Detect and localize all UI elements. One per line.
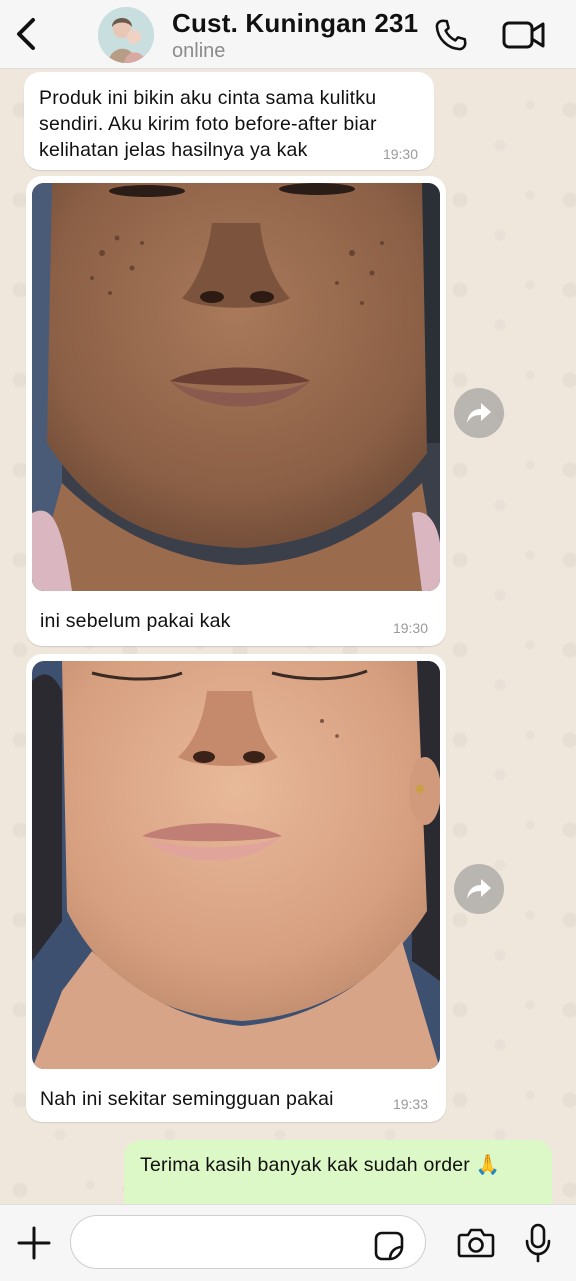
face-photo-before [32,183,440,591]
outgoing-message[interactable]: Terima kasih banyak kak sudah order 🙏 [124,1140,552,1206]
face-photo-after [32,661,440,1069]
phone-icon [435,19,467,51]
message-time: 19:33 [392,1096,428,1112]
forward-button[interactable] [454,388,504,438]
contact-name[interactable]: Cust. Kuningan 231 [172,8,418,39]
incoming-photo-message[interactable]: ini sebelum pakai kak 19:30 [26,176,446,646]
plus-icon [17,1226,51,1260]
sticker-button[interactable] [372,1229,406,1263]
before-photo[interactable] [32,183,440,591]
message-text: Terima kasih banyak kak sudah order 🙏 [140,1154,501,1176]
message-input-bar [0,1204,576,1281]
avatar-image [98,7,154,63]
chat-header: Cust. Kuningan 231 online [0,0,576,69]
photo-caption: Nah ini sekitar semingguan pakai [40,1088,334,1110]
voice-call-button[interactable] [430,14,472,56]
camera-icon [457,1228,495,1258]
chevron-left-icon [17,18,35,50]
camera-button[interactable] [454,1223,498,1263]
microphone-icon [525,1223,551,1263]
forward-arrow-icon [467,403,491,423]
video-call-button[interactable] [498,14,550,56]
incoming-photo-message[interactable]: Nah ini sekitar semingguan pakai 19:33 [26,654,446,1122]
after-photo[interactable] [32,661,440,1069]
video-camera-icon [502,21,545,49]
attach-button[interactable] [14,1223,54,1263]
message-text: Produk ini bikin aku cinta sama kulitku … [39,87,377,161]
sticker-icon [374,1231,404,1261]
back-button[interactable] [10,12,42,56]
message-time: 19:30 [392,620,428,636]
forward-button[interactable] [454,864,504,914]
voice-message-button[interactable] [518,1219,558,1267]
avatar[interactable] [98,7,154,63]
incoming-message[interactable]: Produk ini bikin aku cinta sama kulitku … [24,72,434,170]
message-time: 19:30 [382,146,418,162]
photo-caption: ini sebelum pakai kak [40,610,231,632]
contact-status: online [172,40,226,62]
forward-arrow-icon [467,879,491,899]
